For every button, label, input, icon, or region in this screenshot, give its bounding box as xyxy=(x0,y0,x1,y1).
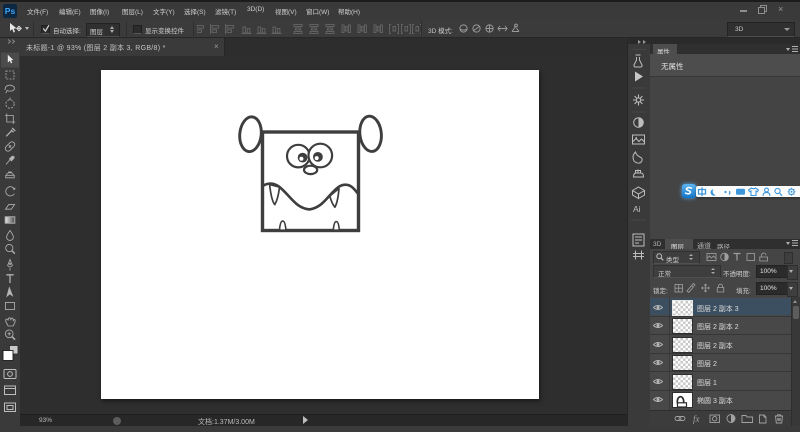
svg-text:Ai: Ai xyxy=(633,204,641,214)
svg-text:fx: fx xyxy=(693,414,700,424)
